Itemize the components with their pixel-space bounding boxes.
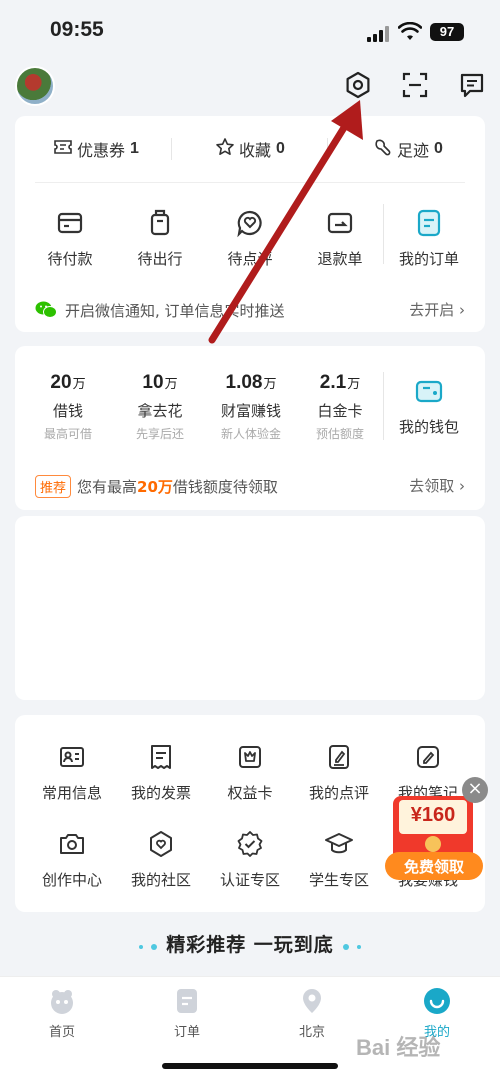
recommend-banner: 精彩推荐 一玩到底	[0, 930, 500, 976]
red-arrow-annotation	[208, 100, 363, 344]
home-mascot-icon	[48, 987, 76, 1015]
location-pin-icon	[298, 987, 326, 1015]
tab-home[interactable]: 首页	[17, 987, 107, 1040]
promo-amount: ¥160	[410, 804, 456, 826]
watermark-text: Bai 经验	[356, 1035, 441, 1060]
banner-title: 精彩推荐 一玩到底	[166, 934, 334, 956]
tab-orders[interactable]: 订单	[142, 987, 232, 1040]
order-tab-icon	[173, 987, 201, 1015]
promo-claim-button[interactable]: 免费领取	[385, 856, 483, 877]
home-indicator	[162, 1063, 338, 1069]
promo-close-button[interactable]: ×	[462, 777, 488, 803]
profile-smile-icon	[423, 987, 451, 1015]
tab-city[interactable]: 北京	[267, 987, 357, 1040]
